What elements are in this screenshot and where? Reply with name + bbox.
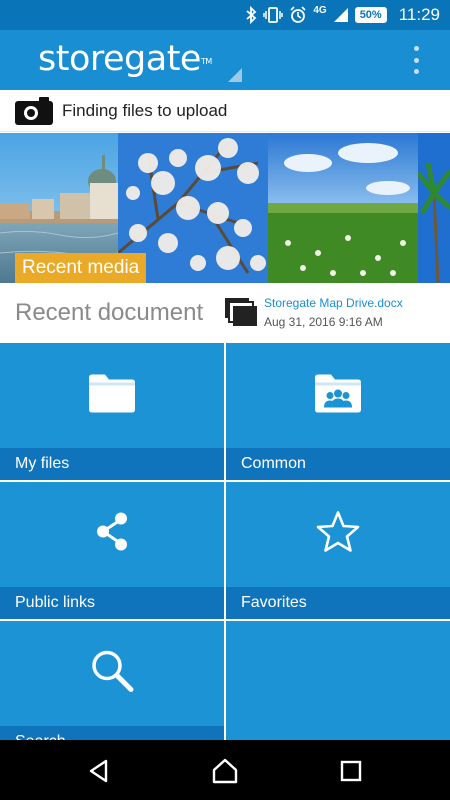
- logo-corner-mark: [228, 68, 242, 82]
- camera-icon: [15, 96, 53, 125]
- navigation-grid: My files Common Public links Favorites: [0, 343, 450, 740]
- tile-search[interactable]: Search: [0, 621, 224, 740]
- status-bar: 4G 50% 11:29: [0, 0, 450, 30]
- home-icon[interactable]: [212, 758, 238, 784]
- logo-text: storegate: [38, 39, 201, 79]
- clock: 11:29: [398, 5, 440, 24]
- tile-label: Common: [226, 448, 450, 480]
- battery-icon: 50%: [354, 7, 387, 23]
- search-icon: [89, 648, 135, 699]
- upload-status-bar[interactable]: Finding files to upload: [0, 90, 450, 132]
- recent-document-title: Recent document: [15, 299, 204, 326]
- alarm-icon: [289, 6, 307, 24]
- tile-label: Search: [0, 726, 224, 740]
- tile-label: Favorites: [226, 587, 450, 619]
- tile-public-links[interactable]: Public links: [0, 482, 224, 619]
- media-thumbnail-meadow[interactable]: [268, 133, 418, 283]
- logo-trademark: TM: [200, 57, 212, 66]
- bluetooth-icon: [245, 6, 257, 24]
- vibrate-icon: [263, 6, 284, 24]
- back-icon[interactable]: [86, 758, 112, 784]
- tile-favorites[interactable]: Favorites: [226, 482, 450, 619]
- documents-stack-icon[interactable]: [224, 297, 260, 329]
- signal-icon: [333, 6, 349, 24]
- system-navigation-bar: [0, 740, 450, 800]
- tile-my-files[interactable]: My files: [0, 343, 224, 480]
- media-thumbnail-palm[interactable]: [418, 133, 450, 283]
- recent-media-label[interactable]: Recent media: [15, 253, 147, 283]
- recent-document-date: Aug 31, 2016 9:16 AM: [264, 315, 383, 329]
- app-bar: storegateTM: [0, 30, 450, 90]
- tile-label: My files: [0, 448, 224, 480]
- recents-icon[interactable]: [338, 758, 364, 784]
- share-icon: [95, 511, 129, 558]
- storegate-logo: storegateTM: [38, 39, 212, 79]
- folder-icon: [87, 372, 137, 419]
- tile-empty: [226, 621, 450, 740]
- tile-common[interactable]: Common: [226, 343, 450, 480]
- network-type: 4G: [313, 4, 327, 16]
- upload-status-text: Finding files to upload: [62, 100, 228, 120]
- recent-document-section: Recent document Storegate Map Drive.docx…: [0, 283, 450, 343]
- star-icon: [316, 511, 360, 558]
- tile-label: Public links: [0, 587, 224, 619]
- shared-folder-icon: [313, 372, 363, 419]
- recent-document-link[interactable]: Storegate Map Drive.docx: [264, 296, 403, 310]
- overflow-menu-icon[interactable]: [412, 46, 420, 74]
